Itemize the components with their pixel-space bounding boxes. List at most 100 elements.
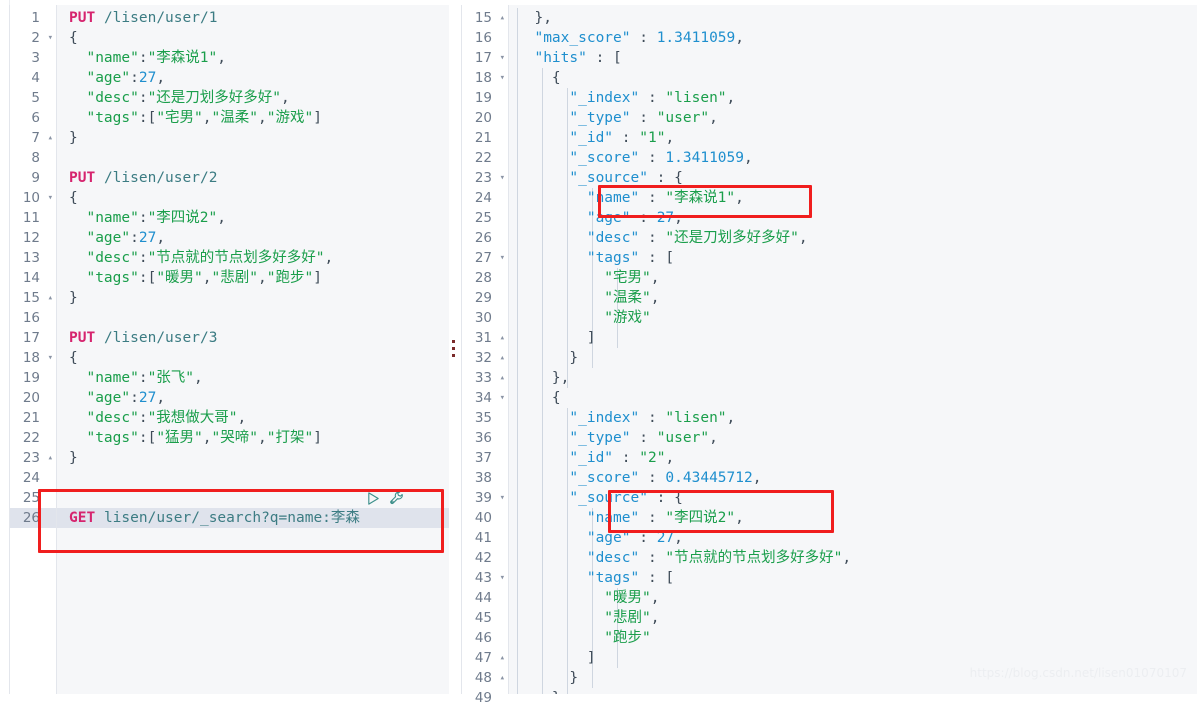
line-number[interactable]: 4 bbox=[31, 68, 40, 88]
code-line[interactable]: "name" : "李四说2", bbox=[509, 508, 744, 528]
code-line[interactable]: "name" : "李森说1", bbox=[509, 188, 744, 208]
line-number[interactable]: 26 bbox=[23, 508, 40, 528]
line-number[interactable]: 28 bbox=[475, 268, 492, 288]
request-action-icons[interactable] bbox=[366, 490, 405, 507]
code-line[interactable]: "跑步" bbox=[509, 628, 650, 648]
line-number[interactable]: 7 bbox=[31, 128, 40, 148]
fold-toggle-icon[interactable]: ▾ bbox=[48, 348, 53, 368]
code-line[interactable]: "name":"张飞", bbox=[57, 368, 202, 388]
fold-toggle-icon[interactable]: ▴ bbox=[500, 348, 505, 368]
code-line[interactable]: "desc":"我想做大哥", bbox=[57, 408, 246, 428]
code-line[interactable]: "age" : 27, bbox=[509, 528, 683, 548]
line-number[interactable]: 23 bbox=[23, 448, 40, 468]
code-line[interactable]: PUT /lisen/user/1 bbox=[57, 8, 217, 28]
line-number[interactable]: 35 bbox=[475, 408, 492, 428]
code-line[interactable]: ] bbox=[509, 328, 596, 348]
code-line[interactable]: }, bbox=[509, 8, 551, 28]
code-line[interactable]: { bbox=[57, 348, 78, 368]
line-number[interactable]: 39 bbox=[475, 488, 492, 508]
fold-toggle-icon[interactable]: ▴ bbox=[500, 368, 505, 388]
line-number[interactable]: 3 bbox=[31, 48, 40, 68]
response-code-area[interactable]: }, "max_score" : 1.3411059, "hits" : [ {… bbox=[509, 5, 1197, 694]
line-number[interactable]: 5 bbox=[31, 88, 40, 108]
line-number[interactable]: 15 bbox=[475, 8, 492, 28]
code-line[interactable]: }, bbox=[509, 368, 569, 388]
code-line[interactable]: "name":"李森说1", bbox=[57, 48, 226, 68]
code-line[interactable]: { bbox=[509, 68, 561, 88]
line-number[interactable]: 16 bbox=[23, 308, 40, 328]
line-number[interactable]: 47 bbox=[475, 648, 492, 668]
code-line[interactable]: "desc" : "还是刀划多好多好", bbox=[509, 228, 808, 248]
line-number[interactable]: 10 bbox=[23, 188, 40, 208]
line-number[interactable]: 45 bbox=[475, 608, 492, 628]
code-line[interactable]: "_index" : "lisen", bbox=[509, 88, 735, 108]
code-line[interactable]: ] bbox=[509, 648, 596, 668]
line-number[interactable]: 2 bbox=[31, 28, 40, 48]
line-number[interactable]: 18 bbox=[23, 348, 40, 368]
code-line[interactable]: "hits" : [ bbox=[509, 48, 621, 68]
line-number[interactable]: 21 bbox=[23, 408, 40, 428]
line-number[interactable]: 22 bbox=[475, 148, 492, 168]
line-number[interactable]: 24 bbox=[23, 468, 40, 488]
fold-toggle-icon[interactable]: ▾ bbox=[500, 568, 505, 588]
line-number[interactable]: 30 bbox=[475, 308, 492, 328]
line-number[interactable]: 17 bbox=[475, 48, 492, 68]
line-number[interactable]: 42 bbox=[475, 548, 492, 568]
code-line[interactable]: "tags" : [ bbox=[509, 568, 674, 588]
code-line[interactable]: "悲剧", bbox=[509, 608, 659, 628]
fold-toggle-icon[interactable]: ▾ bbox=[500, 388, 505, 408]
code-line[interactable] bbox=[57, 148, 69, 168]
line-number[interactable]: 46 bbox=[475, 628, 492, 648]
code-line[interactable]: PUT /lisen/user/2 bbox=[57, 168, 217, 188]
code-line[interactable]: "_index" : "lisen", bbox=[509, 408, 735, 428]
line-number[interactable]: 34 bbox=[475, 388, 492, 408]
line-number[interactable]: 20 bbox=[475, 108, 492, 128]
request-code-area[interactable]: PUT /lisen/user/1 { "name":"李森说1", "age":… bbox=[57, 5, 449, 694]
code-line[interactable]: "_id" : "1", bbox=[509, 128, 674, 148]
line-number[interactable]: 40 bbox=[475, 508, 492, 528]
line-number[interactable]: 27 bbox=[475, 248, 492, 268]
code-line[interactable]: "age":27, bbox=[57, 388, 165, 408]
code-line[interactable]: } bbox=[57, 288, 78, 308]
code-line[interactable]: "_score" : 0.43445712, bbox=[509, 468, 761, 488]
code-line[interactable]: "温柔", bbox=[509, 288, 659, 308]
code-line[interactable]: "age":27, bbox=[57, 228, 165, 248]
line-number[interactable]: 36 bbox=[475, 428, 492, 448]
code-line[interactable]: "desc":"还是刀划多好多好", bbox=[57, 88, 289, 108]
fold-toggle-icon[interactable]: ▴ bbox=[500, 328, 505, 348]
line-number[interactable]: 26 bbox=[475, 228, 492, 248]
code-line[interactable]: "tags" : [ bbox=[509, 248, 674, 268]
line-number[interactable]: 22 bbox=[23, 428, 40, 448]
response-panel[interactable]: 15 ▴ 16 17 ▾ 18 ▾ 19 20 21 22 23 ▾ 24 25 26 27 ▾ 28 29 30 31 ▴… bbox=[461, 5, 1197, 706]
line-number[interactable]: 48 bbox=[475, 668, 492, 688]
code-line[interactable]: } bbox=[509, 348, 578, 368]
fold-toggle-icon[interactable]: ▾ bbox=[500, 68, 505, 88]
fold-toggle-icon[interactable]: ▴ bbox=[500, 648, 505, 668]
code-line[interactable]: "_type" : "user", bbox=[509, 428, 717, 448]
line-number[interactable]: 18 bbox=[475, 68, 492, 88]
code-line[interactable]: "游戏" bbox=[509, 308, 650, 328]
code-line[interactable]: "暖男", bbox=[509, 588, 659, 608]
code-line[interactable]: "_source" : { bbox=[509, 168, 683, 188]
code-line[interactable]: { bbox=[57, 188, 78, 208]
code-line[interactable]: "tags":["宅男","温柔","游戏"] bbox=[57, 108, 321, 128]
line-number[interactable]: 20 bbox=[23, 388, 40, 408]
line-number[interactable]: 17 bbox=[23, 328, 40, 348]
play-icon[interactable] bbox=[366, 491, 381, 506]
fold-toggle-icon[interactable]: ▴ bbox=[48, 288, 53, 308]
line-number[interactable]: 12 bbox=[23, 228, 40, 248]
line-number[interactable]: 49 bbox=[475, 688, 492, 708]
code-line[interactable]: "_score" : 1.3411059, bbox=[509, 148, 752, 168]
line-number[interactable]: 24 bbox=[475, 188, 492, 208]
response-gutter[interactable]: 15 ▴ 16 17 ▾ 18 ▾ 19 20 21 22 23 ▾ 24 25 26 27 ▾ 28 29 30 31 ▴… bbox=[462, 5, 509, 706]
code-line[interactable]: "宅男", bbox=[509, 268, 659, 288]
code-line[interactable]: "age":27, bbox=[57, 68, 165, 88]
line-number[interactable]: 19 bbox=[475, 88, 492, 108]
code-line[interactable]: "age" : 27, bbox=[509, 208, 683, 228]
fold-toggle-icon[interactable]: ▴ bbox=[48, 448, 53, 468]
code-line[interactable] bbox=[57, 488, 69, 508]
code-line[interactable]: GET lisen/user/_search?q=name:李森 bbox=[57, 508, 360, 528]
line-number[interactable]: 29 bbox=[475, 288, 492, 308]
fold-toggle-icon[interactable]: ▾ bbox=[48, 188, 53, 208]
code-line[interactable]: "max_score" : 1.3411059, bbox=[509, 28, 744, 48]
